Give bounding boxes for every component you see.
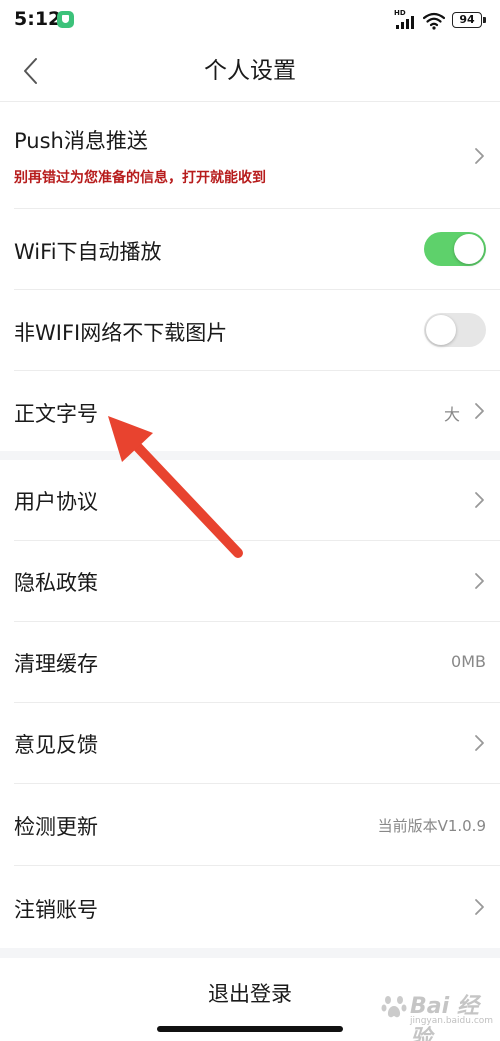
home-indicator[interactable] <box>157 1026 343 1032</box>
battery-icon: 94 <box>452 12 486 28</box>
page-title: 个人设置 <box>204 58 296 84</box>
settings-item-label: 检测更新 <box>14 815 98 839</box>
back-button[interactable] <box>14 52 46 90</box>
settings-item-wifi-autoplay: WiFi下自动播放 <box>0 209 500 289</box>
settings-item-label: Push消息推送 <box>14 129 148 153</box>
settings-item-user-agreement[interactable]: 用户协议 <box>0 460 500 540</box>
cache-size-value: 0MB <box>451 652 486 671</box>
nav-bar: 个人设置 <box>0 40 500 102</box>
chevron-right-icon <box>475 403 484 419</box>
settings-item-privacy-policy[interactable]: 隐私政策 <box>0 541 500 621</box>
font-size-value: 大 <box>443 405 460 424</box>
wifi-icon <box>423 12 445 30</box>
no-image-download-toggle[interactable] <box>424 313 486 347</box>
settings-item-cancel-account[interactable]: 注销账号 <box>0 866 500 948</box>
toggle-knob <box>426 315 456 345</box>
chevron-right-icon <box>475 492 484 508</box>
chevron-right-icon <box>475 148 484 164</box>
settings-item-label: 非WIFI网络不下载图片 <box>14 321 228 345</box>
chevron-right-icon <box>475 735 484 751</box>
settings-item-label: 清理缓存 <box>14 652 98 676</box>
settings-item-check-update[interactable]: 检测更新 当前版本V1.0.9 <box>0 784 500 865</box>
logout-label: 退出登录 <box>208 982 292 1006</box>
wifi-autoplay-toggle[interactable] <box>424 232 486 266</box>
section-gap <box>0 948 500 958</box>
signal-icon <box>396 16 415 29</box>
settings-screen: 5:12 HD 94 个人设置 Push消息推送 别再错过为您准备的信息，打开就… <box>0 0 500 1041</box>
status-time: 5:12 <box>14 8 62 30</box>
push-subtitle: 别再错过为您准备的信息，打开就能收到 <box>14 170 266 186</box>
settings-item-label: 用户协议 <box>14 490 98 514</box>
settings-item-label: 隐私政策 <box>14 571 98 595</box>
settings-item-no-image-download: 非WIFI网络不下载图片 <box>0 290 500 370</box>
settings-item-label: WiFi下自动播放 <box>14 240 162 264</box>
settings-item-label: 正文字号 <box>14 402 98 426</box>
settings-item-label: 意见反馈 <box>14 733 98 757</box>
settings-item-feedback[interactable]: 意见反馈 <box>0 703 500 783</box>
section-gap <box>0 451 500 460</box>
chevron-right-icon <box>475 573 484 589</box>
version-value: 当前版本V1.0.9 <box>377 817 486 835</box>
chevron-left-icon <box>24 58 37 84</box>
settings-item-push[interactable]: Push消息推送 别再错过为您准备的信息，打开就能收到 <box>0 103 500 208</box>
chevron-right-icon <box>475 899 484 915</box>
status-bar: 5:12 HD 94 <box>0 0 500 40</box>
shield-icon <box>57 11 74 28</box>
settings-item-font-size[interactable]: 正文字号 大 <box>0 371 500 451</box>
toggle-knob <box>454 234 484 264</box>
settings-item-label: 注销账号 <box>14 898 98 922</box>
settings-item-clear-cache[interactable]: 清理缓存 0MB <box>0 622 500 702</box>
